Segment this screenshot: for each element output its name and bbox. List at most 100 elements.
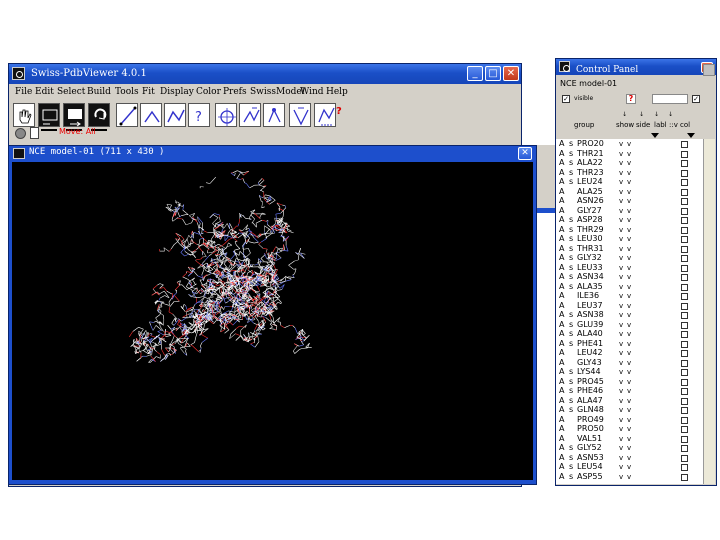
mutate-icon[interactable] <box>263 103 285 127</box>
residue-name: LYS44 <box>577 367 601 376</box>
sty-arrow: ↓ <box>668 111 674 118</box>
col-side[interactable]: side <box>636 121 650 129</box>
color-swatch[interactable] <box>681 160 688 167</box>
maximize-button[interactable]: □ <box>485 66 501 81</box>
control-panel-window: Control Panel ✕ NCE model-01 ✓ visible ?… <box>555 58 717 486</box>
dihedral-icon[interactable] <box>164 103 186 127</box>
group-checkbox[interactable]: ✓ <box>692 95 700 103</box>
menu-wind[interactable]: Wind <box>300 87 324 97</box>
control-panel-titlebar[interactable]: Control Panel ✕ <box>556 59 716 75</box>
color-swatch[interactable] <box>681 397 688 405</box>
color-swatch[interactable] <box>681 226 688 234</box>
residue-secondary: s <box>569 253 574 262</box>
residue-name: PRO45 <box>577 376 604 386</box>
help-icon[interactable]: ? <box>626 94 636 104</box>
color-swatch[interactable] <box>681 407 688 414</box>
menu-swissmodel[interactable]: SwissModel <box>250 87 305 97</box>
col-group[interactable]: group <box>574 121 594 129</box>
distance-icon[interactable] <box>116 103 138 127</box>
color-swatch[interactable] <box>681 293 688 300</box>
show-flag: v <box>619 320 624 329</box>
color-swatch[interactable] <box>681 179 688 186</box>
color-swatch[interactable] <box>681 340 688 348</box>
residue-list-scrollbar[interactable] <box>703 139 715 484</box>
label-icon[interactable]: ? <box>188 103 210 127</box>
residue-chain: A <box>559 414 565 424</box>
residue-secondary: s <box>569 281 574 291</box>
color-swatch[interactable] <box>681 359 688 367</box>
viewer-close-button[interactable]: ✕ <box>518 147 532 160</box>
color-swatch[interactable] <box>681 302 688 310</box>
side-flag: v <box>627 425 632 433</box>
color-swatch[interactable] <box>681 255 688 262</box>
close-button[interactable]: ✕ <box>503 66 519 81</box>
color-swatch[interactable] <box>681 426 688 433</box>
menu-build[interactable]: Build <box>87 87 111 97</box>
color-swatch[interactable] <box>681 331 688 338</box>
main-titlebar[interactable]: Swiss-PdbViewer 4.0.1 _ □ ✕ <box>9 64 521 84</box>
color-swatch[interactable] <box>681 283 688 291</box>
torsion-icon[interactable] <box>289 103 311 127</box>
color-swatch[interactable] <box>681 350 688 357</box>
residue-list[interactable]: As PRO20 v v As THR21 v v As ALA22 v v As THR23 v v As LE… <box>556 139 703 484</box>
menu-edit[interactable]: Edit <box>35 87 54 97</box>
color-swatch[interactable] <box>681 207 688 215</box>
menu-fit[interactable]: Fit <box>142 87 155 97</box>
menu-select[interactable]: Select <box>57 87 85 97</box>
color-swatch[interactable] <box>681 245 688 253</box>
col-sty[interactable]: ::v <box>669 121 678 129</box>
center-icon[interactable] <box>215 103 237 127</box>
col-col[interactable]: col <box>680 121 690 129</box>
menu-display[interactable]: Display <box>160 87 194 97</box>
residue-name: PRO20 <box>577 139 604 148</box>
color-swatch[interactable] <box>681 445 688 452</box>
menu-prefs[interactable]: Prefs <box>223 87 247 97</box>
color-swatch[interactable] <box>681 188 688 196</box>
col-labl[interactable]: labl <box>654 121 667 129</box>
color-swatch[interactable] <box>681 464 688 471</box>
color-swatch[interactable] <box>681 264 688 272</box>
color-swatch[interactable] <box>681 454 688 462</box>
menu-tools[interactable]: Tools <box>115 87 139 97</box>
color-swatch[interactable] <box>681 388 688 395</box>
minimize-button[interactable]: _ <box>467 66 483 81</box>
show-flag: v <box>619 330 624 338</box>
color-swatch[interactable] <box>681 416 688 424</box>
document-icon[interactable] <box>30 127 39 139</box>
angle-icon[interactable] <box>140 103 162 127</box>
residue-row[interactable]: As ASP55 v v <box>556 472 703 483</box>
translate-arrow <box>41 129 57 137</box>
menu-file[interactable]: File <box>15 87 32 97</box>
translate-icon[interactable] <box>38 103 60 127</box>
color-swatch[interactable] <box>681 217 688 224</box>
residue-name: LEU30 <box>577 234 603 243</box>
residue-name: PHE46 <box>577 386 604 395</box>
fit-icon[interactable] <box>239 103 261 127</box>
rotate-icon[interactable] <box>88 103 110 127</box>
zoom-icon[interactable] <box>63 103 85 127</box>
color-swatch[interactable] <box>681 150 688 158</box>
globe-icon[interactable] <box>15 128 26 139</box>
color-swatch[interactable] <box>681 236 688 243</box>
pick-icon[interactable] <box>314 103 336 127</box>
color-swatch[interactable] <box>681 274 688 281</box>
color-swatch[interactable] <box>681 321 688 329</box>
menu-help[interactable]: Help <box>326 87 348 97</box>
color-selector[interactable] <box>652 94 688 104</box>
color-swatch[interactable] <box>681 198 688 205</box>
color-swatch[interactable] <box>681 141 688 148</box>
scroll-up-button[interactable] <box>703 64 715 76</box>
color-swatch[interactable] <box>681 378 688 386</box>
color-swatch[interactable] <box>681 369 688 376</box>
side-flag: v <box>627 235 632 243</box>
help-icon[interactable]: ? <box>336 106 342 117</box>
color-swatch[interactable] <box>681 473 688 481</box>
color-swatch[interactable] <box>681 312 688 319</box>
menu-color[interactable]: Color <box>196 87 221 97</box>
hand-cursor-icon[interactable] <box>13 103 35 127</box>
molecule-canvas[interactable] <box>12 162 533 480</box>
color-swatch[interactable] <box>681 435 688 443</box>
color-swatch[interactable] <box>681 169 688 177</box>
visible-checkbox[interactable]: ✓ <box>562 95 570 103</box>
col-show[interactable]: show <box>616 121 634 129</box>
